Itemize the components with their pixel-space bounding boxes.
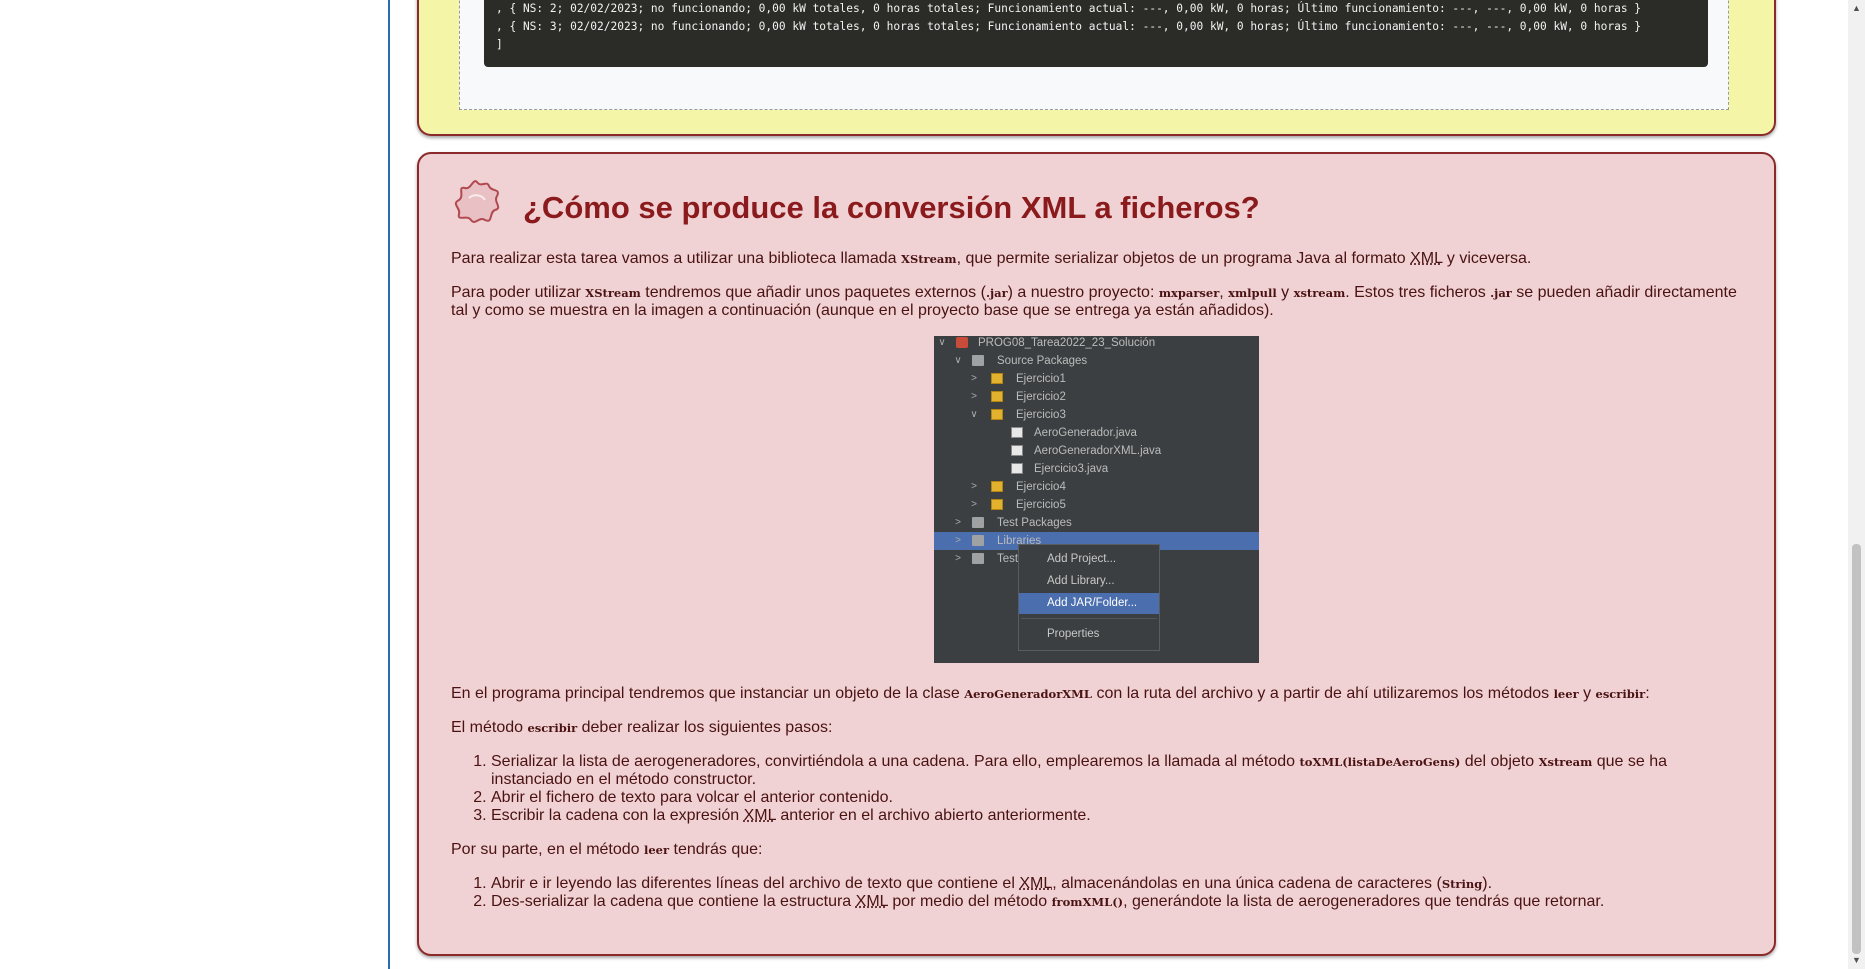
menu-separator	[1021, 618, 1157, 619]
library-icon	[972, 553, 984, 564]
list-item: Serializar la lista de aerogeneradores, …	[491, 753, 1743, 789]
list-item: Abrir e ir leyendo las diferentes líneas…	[491, 875, 1743, 893]
scroll-up-icon[interactable]: ▲	[1848, 0, 1865, 17]
list-item: Escribir la cadena con la expresión XML …	[491, 807, 1743, 825]
code-line: , { NS: 3; 02/02/2023; no funcionando; 0…	[496, 20, 1642, 33]
tree-row: AeroGeneradorXML.java	[934, 442, 1259, 460]
java-file-icon	[1011, 427, 1023, 438]
list-item: Des-serializar la cadena que contiene la…	[491, 893, 1743, 911]
project-icon	[956, 337, 968, 348]
code-output: , { NS: 2; 02/02/2023; no funcionando; 0…	[484, 0, 1708, 67]
abbr-xml[interactable]: XML	[856, 893, 888, 910]
folder-icon	[972, 355, 984, 366]
section-box: ¿Cómo se produce la conversión XML a fic…	[417, 152, 1776, 956]
inline-code: AeroGeneradorXML	[964, 687, 1092, 701]
package-icon	[991, 373, 1003, 384]
inline-code: String	[1441, 877, 1483, 891]
package-icon	[991, 499, 1003, 510]
inline-code: XStream	[585, 286, 641, 300]
package-icon	[991, 409, 1003, 420]
abbr-xml[interactable]: XML	[744, 807, 776, 824]
vertical-scrollbar[interactable]: ▲ ▼	[1848, 0, 1865, 969]
context-menu: Add Project... Add Library... Add JAR/Fo…	[1018, 544, 1160, 651]
java-file-icon	[1011, 445, 1023, 456]
inline-code: mxparser	[1158, 286, 1220, 300]
section-title: ¿Cómo se produce la conversión XML a fic…	[523, 190, 1260, 225]
code-container: , { NS: 2; 02/02/2023; no funcionando; 0…	[459, 0, 1729, 110]
tree-row: Ejercicio3.java	[934, 460, 1259, 478]
inline-code: leer	[1553, 687, 1579, 701]
abbr-xml[interactable]: XML	[1410, 250, 1442, 267]
menu-item-properties: Properties	[1047, 628, 1100, 640]
inline-code: .jar	[985, 286, 1008, 300]
menu-item-add-jar: Add JAR/Folder...	[1019, 593, 1159, 614]
inline-code: leer	[644, 843, 670, 857]
tree-row: ∨ Ejercicio3	[970, 409, 1066, 421]
inline-code: fromXML()	[1051, 895, 1124, 909]
inline-code: xmlpull	[1228, 286, 1277, 300]
list-item: Abrir el fichero de texto para volcar el…	[491, 789, 1743, 807]
inline-code: xstream	[1293, 286, 1346, 300]
tree-row: ∨ Source Packages	[954, 355, 1088, 367]
inline-code: escribir	[1595, 687, 1646, 701]
menu-item-add-project: Add Project...	[1047, 553, 1117, 565]
menu-item-add-library: Add Library...	[1047, 575, 1115, 587]
paragraph: El método escribir deber realizar los si…	[451, 719, 833, 736]
left-sidebar	[0, 0, 388, 969]
steps-list-escribir: Serializar la lista de aerogeneradores, …	[451, 753, 1743, 825]
paragraph: Por su parte, en el método leer tendrás …	[451, 841, 763, 858]
section-content: Para realizar esta tarea vamos a utiliza…	[451, 250, 1743, 927]
paragraph: En el programa principal tendremos que i…	[451, 685, 1650, 702]
tree-row: > Test Packages	[955, 517, 1072, 529]
paragraph: Para realizar esta tarea vamos a utiliza…	[451, 250, 1532, 267]
inline-code: toXML(listaDeAeroGens)	[1299, 755, 1461, 769]
tree-row: AeroGenerador.java	[934, 424, 1259, 442]
library-icon	[972, 535, 984, 546]
code-line: , { NS: 2; 02/02/2023; no funcionando; 0…	[496, 2, 1642, 15]
steps-list-leer: Abrir e ir leyendo las diferentes líneas…	[451, 875, 1743, 911]
abbr-xml[interactable]: XML	[1019, 875, 1052, 892]
java-file-icon	[1011, 463, 1023, 474]
sidebar-divider	[388, 0, 390, 969]
splat-icon	[454, 180, 500, 223]
tree-row: > Ejercicio4	[971, 481, 1066, 493]
section-heading: ¿Cómo se produce la conversión XML a fic…	[451, 176, 1743, 236]
tree-row: > Ejercicio5	[971, 499, 1066, 511]
tree-row: ∨ PROG08_Tarea2022_23_Solución	[938, 337, 1156, 349]
scroll-down-icon[interactable]: ▼	[1848, 952, 1865, 969]
scrollbar-thumb[interactable]	[1852, 544, 1861, 954]
tree-row: > Ejercicio2	[971, 391, 1066, 403]
code-line: ]	[496, 38, 503, 51]
paragraph: Para poder utilizar XStream tendremos qu…	[451, 284, 1737, 319]
inline-code: XStream	[901, 252, 957, 266]
ide-screenshot: ∨ PROG08_Tarea2022_23_Solución ∨ Source Pa…	[934, 336, 1259, 663]
package-icon	[991, 481, 1003, 492]
inline-code: Xstream	[1538, 755, 1593, 769]
inline-code: escribir	[527, 721, 578, 735]
package-icon	[991, 391, 1003, 402]
inline-code: .jar	[1490, 286, 1512, 300]
folder-icon	[972, 517, 984, 528]
code-example-box: , { NS: 2; 02/02/2023; no funcionando; 0…	[417, 0, 1776, 136]
tree-row: > Ejercicio1	[971, 373, 1066, 385]
